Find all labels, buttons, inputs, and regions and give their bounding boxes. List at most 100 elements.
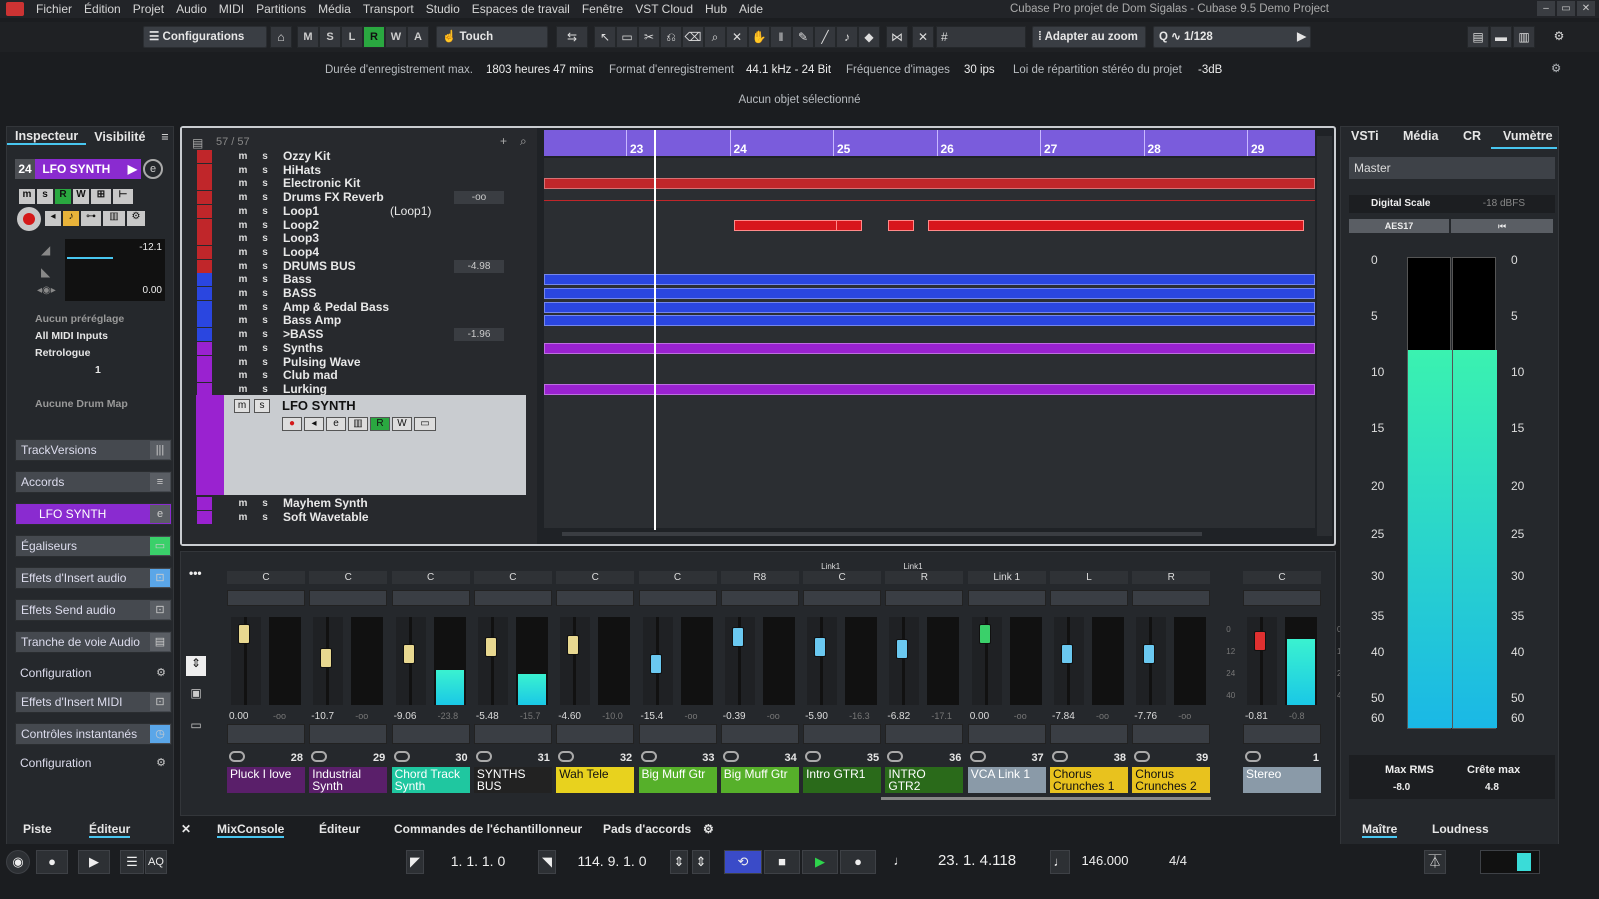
pan-control[interactable]: L xyxy=(1050,571,1128,584)
inspector-section-4-icon[interactable]: ⊡ xyxy=(150,569,170,587)
menu-item-7[interactable]: Transport xyxy=(357,0,420,18)
selected-write-icon[interactable]: W xyxy=(392,417,412,431)
selected-edit-icon[interactable]: e xyxy=(326,417,346,431)
channel-strip-buttons[interactable] xyxy=(720,724,799,744)
tab-loudness[interactable]: Loudness xyxy=(1432,822,1489,836)
tab-visibilite[interactable]: Visibilité xyxy=(86,130,153,144)
channel-strip-buttons[interactable] xyxy=(473,724,552,744)
channel-name[interactable]: Wah Tele xyxy=(556,767,635,793)
track-mute-button[interactable]: m xyxy=(236,219,250,231)
fader-knob[interactable] xyxy=(402,644,415,665)
pan-control[interactable]: C xyxy=(556,571,635,584)
track-solo-button[interactable]: s xyxy=(258,177,272,189)
track-row[interactable]: m s BASS xyxy=(196,287,536,301)
selected-monitor-icon[interactable]: ◂ xyxy=(304,417,324,431)
inspector-section-6[interactable]: Tranche de voie Audio ▤ xyxy=(15,631,172,653)
channel-name[interactable]: Big Muff Gtr xyxy=(720,767,799,793)
insert-slot[interactable] xyxy=(885,590,964,606)
track-solo-button[interactable]: s xyxy=(258,328,272,340)
link-icon[interactable] xyxy=(887,751,904,762)
settings-small-icon[interactable]: ⚙ xyxy=(127,211,145,226)
fader-knob[interactable] xyxy=(978,623,991,644)
channel-name[interactable]: Industrial Synth xyxy=(309,767,388,793)
insert-slot[interactable] xyxy=(967,590,1046,606)
mode-button-w[interactable]: W xyxy=(385,26,407,48)
link-icon[interactable] xyxy=(1052,751,1068,762)
inspector-section-7[interactable]: Configuration ⚙ xyxy=(15,663,172,685)
snap-icon[interactable]: ⋈ xyxy=(886,26,908,48)
reset-meter-icon[interactable]: ⏮ xyxy=(1451,219,1553,233)
event-14[interactable] xyxy=(544,342,1315,354)
tab-editeur[interactable]: Éditeur xyxy=(319,822,360,836)
fader-track[interactable] xyxy=(395,617,426,705)
channel-name[interactable]: Chorus Crunches 2 xyxy=(1132,767,1211,793)
menu-item-12[interactable]: Hub xyxy=(699,0,733,18)
pan-control[interactable]: R xyxy=(1132,571,1211,584)
track-solo-button[interactable]: s xyxy=(258,164,272,176)
inspector-section-6-icon[interactable]: ▤ xyxy=(150,633,170,651)
pan-control[interactable]: C xyxy=(638,571,717,584)
event-11[interactable] xyxy=(544,301,1315,313)
midi-output-field[interactable]: Retrologue xyxy=(15,347,172,364)
track-mute-button[interactable]: m xyxy=(236,177,250,189)
midi-channel-field[interactable]: 1 xyxy=(15,364,172,381)
menu-item-2[interactable]: Projet xyxy=(127,0,170,18)
layout-left-icon[interactable]: ▤ xyxy=(1467,26,1489,48)
fader-track[interactable] xyxy=(231,617,261,705)
record-mode-icon[interactable]: ● xyxy=(36,850,68,874)
volume-value[interactable]: -5.90 xyxy=(805,711,828,722)
lock-icon[interactable]: ⌂ xyxy=(270,26,292,48)
track-row[interactable]: m s Soft Wavetable xyxy=(196,510,536,525)
event-loop2-1[interactable] xyxy=(836,219,862,231)
mixer-menu-icon[interactable]: ••• xyxy=(189,566,202,580)
inspector-section-8[interactable]: Effets d'Insert MIDI ⊡ xyxy=(15,691,172,713)
event-2[interactable] xyxy=(544,178,1315,190)
selected-keys-icon[interactable]: ▥ xyxy=(348,417,368,431)
inspector-section-9[interactable]: Contrôles instantanés ◷ xyxy=(15,723,172,745)
zoom-mode-select[interactable]: ⁞ Adapter au zoom xyxy=(1032,26,1146,48)
track-solo-button[interactable]: s xyxy=(258,497,272,509)
link-icon[interactable] xyxy=(229,751,245,762)
playhead-cursor[interactable] xyxy=(654,130,656,530)
tab-editeur-left[interactable]: Éditeur xyxy=(89,822,131,838)
channel-name[interactable]: Pluck I love xyxy=(227,767,305,793)
fader-track[interactable] xyxy=(642,617,673,705)
record-enable-button[interactable] xyxy=(17,207,41,231)
tab-sampler-control[interactable]: Commandes de l'échantillonneur xyxy=(394,822,582,836)
track-solo-button[interactable]: s xyxy=(258,369,272,381)
track-solo-button[interactable]: s xyxy=(258,273,272,285)
quantize-select[interactable]: Q ∿ 1/128 ▶ xyxy=(1153,26,1311,48)
fader-track[interactable] xyxy=(1136,617,1167,705)
link-icon[interactable] xyxy=(475,751,492,762)
inspector-section-3-icon[interactable]: ▭ xyxy=(150,537,170,555)
menu-item-5[interactable]: Partitions xyxy=(250,0,312,18)
insert-slot[interactable] xyxy=(227,590,305,606)
volume-value[interactable]: -9.06 xyxy=(394,711,417,722)
color-icon[interactable]: ◆ xyxy=(858,26,880,48)
track-row[interactable]: m s Loop3 xyxy=(196,232,536,246)
split-icon[interactable]: ✂ xyxy=(638,26,660,48)
left-locator-icon[interactable]: ◤ xyxy=(406,850,424,874)
track-solo-button[interactable]: s xyxy=(258,232,272,244)
channel-name[interactable]: Intro GTR1 xyxy=(803,767,882,793)
track-list-menu-icon[interactable]: ▤ xyxy=(192,136,203,150)
master-output-select[interactable]: Master xyxy=(1349,157,1555,179)
event-loop2-3[interactable] xyxy=(928,219,1304,231)
pan-control[interactable]: C xyxy=(803,571,882,584)
track-mute-button[interactable]: m xyxy=(236,383,250,395)
record-button[interactable]: ● xyxy=(840,850,876,874)
minimize-icon[interactable]: – xyxy=(1537,1,1555,16)
insert-slot[interactable] xyxy=(720,590,799,606)
track-solo-button[interactable]: s xyxy=(258,150,272,162)
right-tab-1[interactable]: Média xyxy=(1403,129,1438,143)
mute-tool-icon[interactable]: ✕ xyxy=(726,26,748,48)
fader-track[interactable] xyxy=(313,617,344,705)
channel-strip-buttons[interactable] xyxy=(227,724,305,744)
link-icon[interactable] xyxy=(969,751,986,762)
pan-control[interactable]: R xyxy=(885,571,964,584)
search-track-icon[interactable]: ⌕ xyxy=(520,134,527,149)
channel-name[interactable]: INTRO GTR2 xyxy=(885,767,964,793)
close-icon[interactable]: ✕ xyxy=(1577,1,1595,16)
fps-value[interactable]: 30 ips xyxy=(964,64,995,76)
fader-track[interactable] xyxy=(724,617,755,705)
